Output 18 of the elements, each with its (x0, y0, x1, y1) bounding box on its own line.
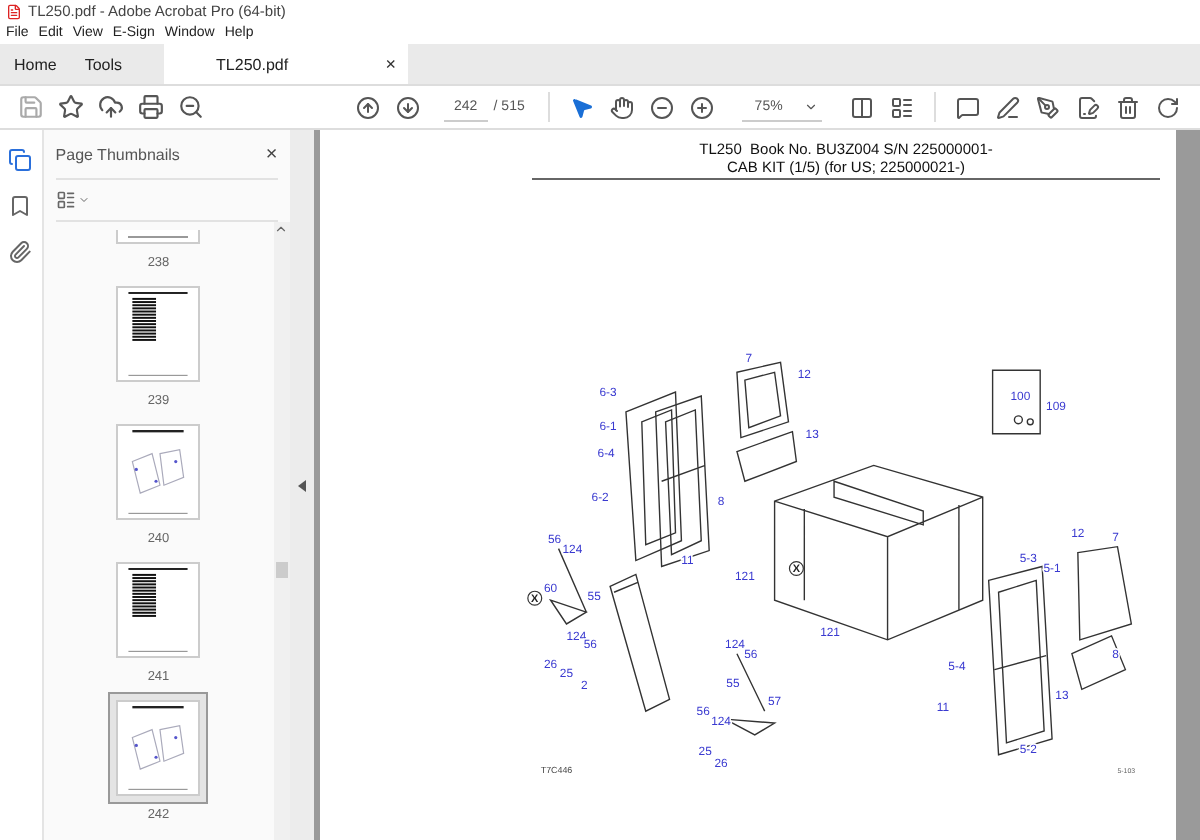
page-thumbnail-drawing (126, 430, 191, 514)
scroll-up-icon[interactable] (274, 222, 289, 236)
panel-title: Page Thumbnails (55, 145, 180, 163)
page-thumbnail[interactable] (108, 692, 209, 804)
nav-tab[interactable]: Tools (70, 44, 137, 84)
paperclip-icon[interactable] (6, 238, 35, 266)
page-thumbnails-icon[interactable] (6, 146, 35, 174)
page-thumbnail-drawing (126, 706, 191, 790)
nav-tab[interactable]: Home (0, 44, 71, 84)
page-thumbnail-drawing (126, 568, 191, 652)
collapse-icon[interactable] (295, 477, 308, 493)
caret-icon (804, 99, 819, 113)
scrollbar-thumb[interactable] (275, 562, 288, 578)
thumbnail-options-icon[interactable] (55, 190, 90, 210)
page-thumbnail-drawing (126, 292, 191, 376)
close-icon[interactable]: × (385, 54, 397, 74)
pdf-file-icon (6, 3, 22, 19)
document-tab[interactable]: TL250.pdf × (164, 44, 409, 84)
